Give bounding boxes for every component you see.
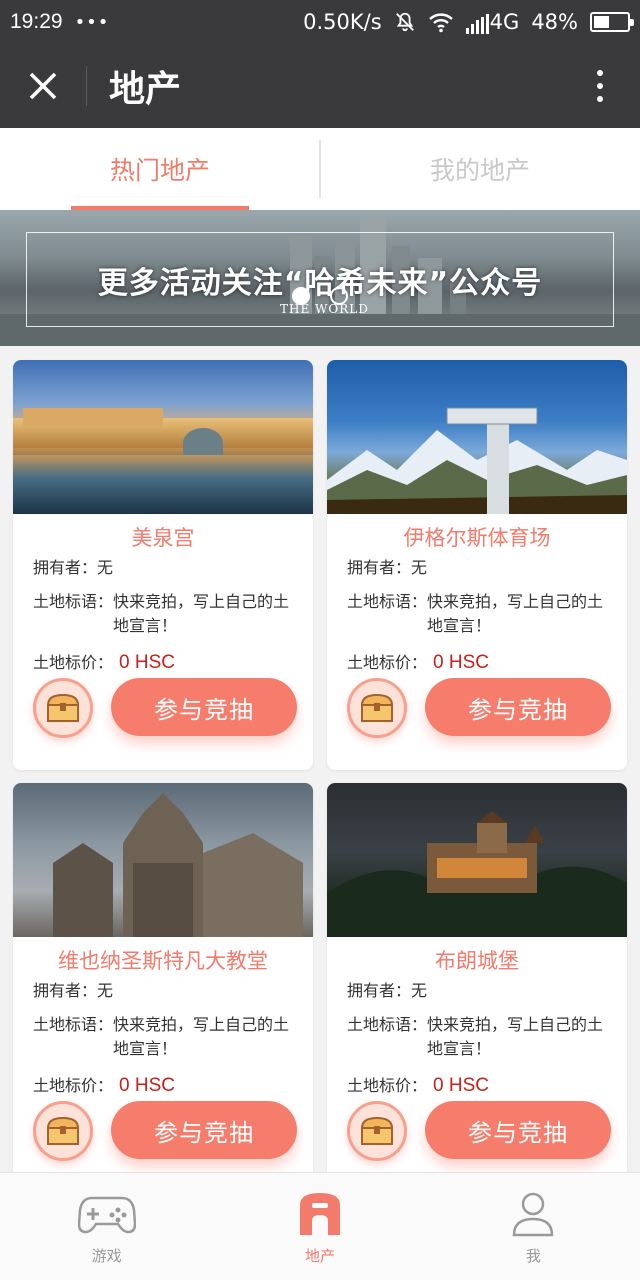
status-battery-text: 48% xyxy=(531,10,578,34)
estate-card: 维也纳圣斯特凡大教堂 拥有者：无 土地标语： 快来竞拍，写上自己的土地宣言！ 土地… xyxy=(13,783,313,1193)
gamepad-icon xyxy=(77,1189,136,1239)
nav-label: 游戏 xyxy=(91,1247,122,1265)
status-bar: 19:29 ••• 0.50K/s 4G 48% xyxy=(0,0,640,44)
close-icon xyxy=(29,72,57,100)
tab-bar: 热门地产 我的地产 xyxy=(0,128,640,210)
slogan-row: 土地标语： 快来竞拍，写上自己的土地宣言！ xyxy=(347,1015,604,1058)
estate-name: 伊格尔斯体育场 xyxy=(403,526,551,550)
page-title: 地产 xyxy=(109,69,182,110)
status-network-speed: 0.50K/s xyxy=(303,10,382,34)
battery-icon xyxy=(590,12,634,32)
banner-subtext: THE WORLD xyxy=(280,302,369,316)
nav-label: 我 xyxy=(525,1247,541,1265)
banner-text: 更多活动关注“哈希未来”公众号 xyxy=(97,266,543,301)
estate-image[interactable] xyxy=(327,360,627,514)
nav-label: 地产 xyxy=(304,1247,335,1265)
carousel-dot-1[interactable] xyxy=(292,287,310,305)
tab-separator xyxy=(319,140,321,198)
estate-name: 美泉宫 xyxy=(131,526,195,550)
bottom-nav: 游戏 地产 我 xyxy=(0,1172,640,1280)
status-network-type: 4G xyxy=(489,10,520,34)
estate-card: 美泉宫 拥有者：无 土地标语： 快来竞拍，写上自己的土地宣言！ 土地标价： 0 HS… xyxy=(13,360,313,770)
slogan-row: 土地标语： 快来竞拍，写上自己的土地宣言！ xyxy=(33,1015,290,1058)
estate-image[interactable] xyxy=(327,783,627,937)
treasure-chest-icon[interactable] xyxy=(347,678,407,738)
join-draw-button[interactable]: 参与竞抽 xyxy=(425,678,611,736)
owner-row: 拥有者：无 xyxy=(347,558,428,577)
tab-my-estate[interactable]: 我的地产 xyxy=(320,128,640,210)
join-draw-button[interactable]: 参与竞抽 xyxy=(111,1101,297,1159)
price-row: 土地标价： 0 HSC xyxy=(347,1075,489,1096)
estate-name: 维也纳圣斯特凡大教堂 xyxy=(58,949,268,973)
nav-item-me[interactable]: 我 xyxy=(427,1173,640,1280)
estate-name: 布朗城堡 xyxy=(435,949,519,973)
mute-bell-icon xyxy=(394,11,416,33)
close-button[interactable] xyxy=(0,44,86,128)
signal-icon: 4G xyxy=(465,10,520,34)
price-row: 土地标价： 0 HSC xyxy=(33,652,175,673)
owner-row: 拥有者：无 xyxy=(33,981,114,1000)
treasure-chest-icon[interactable] xyxy=(347,1101,407,1161)
status-time: 19:29 xyxy=(10,10,63,33)
battery-fill xyxy=(594,16,610,28)
promo-banner[interactable]: 更多活动关注“哈希未来”公众号 THE WORLD xyxy=(0,210,640,346)
status-notification-dots: ••• xyxy=(74,11,110,33)
join-draw-button[interactable]: 参与竞抽 xyxy=(425,1101,611,1159)
owner-row: 拥有者：无 xyxy=(33,558,114,577)
tab-hot-estate[interactable]: 热门地产 xyxy=(0,128,320,210)
nav-item-games[interactable]: 游戏 xyxy=(0,1173,213,1280)
price-row: 土地标价： 0 HSC xyxy=(347,652,489,673)
treasure-chest-icon[interactable] xyxy=(33,1101,93,1161)
treasure-chest-icon[interactable] xyxy=(33,678,93,738)
nav-item-estate[interactable]: 地产 xyxy=(213,1173,426,1280)
estate-card: 布朗城堡 拥有者：无 土地标语： 快来竞拍，写上自己的土地宣言！ 土地标价： 0 H… xyxy=(327,783,627,1193)
title-divider xyxy=(86,66,87,106)
wifi-icon xyxy=(428,11,454,33)
slogan-row: 土地标语： 快来竞拍，写上自己的土地宣言！ xyxy=(347,592,604,635)
owner-row: 拥有者：无 xyxy=(347,981,428,1000)
price-row: 土地标价： 0 HSC xyxy=(33,1075,175,1096)
estate-image[interactable] xyxy=(13,783,313,937)
estate-image[interactable] xyxy=(13,360,313,514)
estate-card: 伊格尔斯体育场 拥有者：无 土地标语： 快来竞拍，写上自己的土地宣言！ 土地标价：… xyxy=(327,360,627,770)
join-draw-button[interactable]: 参与竞抽 xyxy=(111,678,297,736)
estate-icon xyxy=(296,1189,344,1239)
more-options-button[interactable] xyxy=(560,44,640,128)
carousel-dot-2[interactable] xyxy=(330,287,348,305)
user-icon xyxy=(511,1189,555,1239)
slogan-row: 土地标语： 快来竞拍，写上自己的土地宣言！ xyxy=(33,592,290,635)
title-bar: 地产 xyxy=(0,44,640,128)
